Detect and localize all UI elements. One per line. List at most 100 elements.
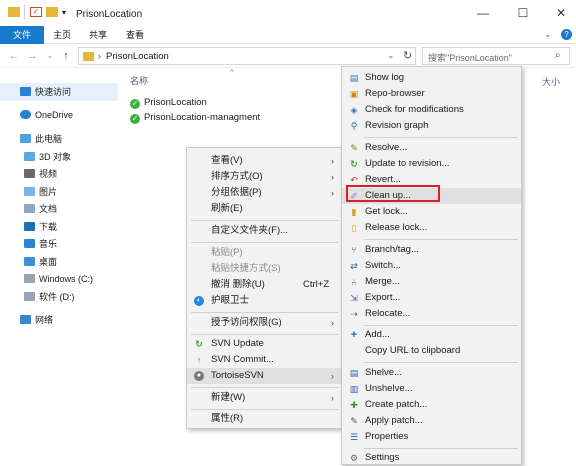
chevron-right-icon: ›: [331, 393, 334, 403]
properties-check-icon[interactable]: ✓: [30, 7, 42, 17]
breadcrumb[interactable]: PrisonLocation: [106, 51, 169, 62]
up-arrow-icon[interactable]: ↑: [60, 49, 72, 63]
expand-ribbon-icon[interactable]: ⌄: [544, 29, 552, 40]
tortoisesvn-submenu: ▤ Show log ▣ Repo-browser ◈ Check for modif…: [341, 66, 522, 465]
tab-view[interactable]: 查看: [123, 26, 147, 44]
menu-item-merge[interactable]: ⑃ Merge...: [342, 274, 521, 290]
menu-item-view[interactable]: 查看(V) ›: [187, 153, 342, 169]
sidebar-item-downloads[interactable]: 下载: [24, 219, 57, 235]
search-icon[interactable]: ⌕: [555, 50, 561, 61]
menu-item-apply-patch[interactable]: ✎ Apply patch...: [342, 413, 521, 429]
switch-icon: ⇄: [350, 261, 358, 271]
back-arrow-icon[interactable]: ←: [8, 49, 20, 63]
merge-icon: ⑃: [351, 277, 357, 287]
list-item[interactable]: ✓ PrisonLocation: [130, 96, 207, 110]
svn-normal-status-icon: ✓: [130, 114, 140, 124]
unshelve-icon: ▥: [349, 384, 359, 394]
pictures-icon: [24, 187, 35, 196]
menu-item-group-by[interactable]: 分组依据(P) ›: [187, 185, 342, 201]
menu-separator: [191, 409, 338, 410]
tab-file[interactable]: 文件: [0, 26, 44, 44]
menu-item-create-patch[interactable]: ✚ Create patch...: [342, 397, 521, 413]
maximize-icon[interactable]: ☐: [516, 6, 530, 20]
unlock-icon: ▯: [351, 223, 357, 233]
address-dropdown-icon[interactable]: ⌄: [387, 50, 395, 61]
sidebar-item-music[interactable]: 音乐: [24, 236, 57, 252]
menu-separator: [191, 334, 338, 335]
chevron-right-icon: ›: [331, 172, 334, 182]
new-folder-icon[interactable]: [46, 7, 58, 17]
menu-item-relocate[interactable]: ⇢ Relocate...: [342, 306, 521, 322]
tab-home[interactable]: 主页: [50, 26, 74, 44]
menu-item-refresh[interactable]: 刷新(E): [187, 201, 342, 217]
menu-item-resolve[interactable]: ✎ Resolve...: [342, 140, 521, 156]
sidebar-item-videos[interactable]: 视频: [24, 166, 57, 182]
tab-share[interactable]: 共享: [86, 26, 110, 44]
menu-item-copy-url[interactable]: Copy URL to clipboard: [342, 343, 521, 359]
menu-item-settings[interactable]: ⚙ Settings: [342, 450, 521, 466]
shelve-icon: ▤: [349, 368, 359, 378]
menu-item-repo-browser[interactable]: ▣ Repo-browser: [342, 86, 521, 102]
ribbon-tabs: 文件 主页 共享 查看 ⌄ ?: [0, 26, 576, 44]
tortoisesvn-icon: ●: [194, 371, 204, 381]
sidebar-item-documents[interactable]: 文档: [24, 201, 57, 217]
menu-item-branch-tag[interactable]: ⑂ Branch/tag...: [342, 242, 521, 258]
menu-item-shelve[interactable]: ▤ Shelve...: [342, 365, 521, 381]
menu-item-release-lock[interactable]: ▯ Release lock...: [342, 220, 521, 236]
menu-item-tortoisesvn[interactable]: ● TortoiseSVN ›: [187, 368, 342, 384]
drive-icon: [24, 292, 35, 301]
menu-item-get-lock[interactable]: ▮ Get lock...: [342, 204, 521, 220]
revert-icon: ↶: [350, 175, 358, 185]
list-item[interactable]: ✓ PrisonLocation-managment: [130, 111, 260, 125]
recent-locations-icon[interactable]: ⌄: [44, 49, 56, 63]
sidebar-item-network[interactable]: 网络: [20, 312, 53, 328]
menu-item-check-modifications[interactable]: ◈ Check for modifications: [342, 102, 521, 118]
sidebar-item-quick-access[interactable]: 快速访问: [20, 84, 71, 100]
menu-item-customize-folder[interactable]: 自定义文件夹(F)...: [187, 223, 342, 239]
menu-item-switch[interactable]: ⇄ Switch...: [342, 258, 521, 274]
column-header-size[interactable]: 大小: [542, 75, 560, 88]
sidebar-item-desktop[interactable]: 桌面: [24, 254, 57, 270]
refresh-icon[interactable]: ↻: [403, 49, 412, 62]
address-bar[interactable]: › PrisonLocation ⌄ ↻: [78, 47, 416, 65]
context-menu: 查看(V) › 排序方式(O) › 分组依据(P) › 刷新(E) 自定义文件夹(F)…: [186, 147, 343, 429]
column-header-name[interactable]: 名称: [130, 74, 148, 87]
chevron-right-icon: ›: [331, 188, 334, 198]
menu-item-export[interactable]: ⇲ Export...: [342, 290, 521, 306]
search-input[interactable]: 搜索"PrisonLocation" ⌕: [422, 47, 570, 65]
sidebar-item-software-d[interactable]: 软件 (D:): [24, 289, 75, 305]
menu-item-unshelve[interactable]: ▥ Unshelve...: [342, 381, 521, 397]
eye-guard-icon: ◐: [194, 296, 204, 306]
menu-separator: [364, 448, 518, 449]
menu-item-properties[interactable]: 属性(R): [187, 411, 342, 427]
menu-separator: [191, 242, 338, 243]
help-icon[interactable]: ?: [561, 29, 572, 40]
forward-arrow-icon[interactable]: →: [26, 49, 38, 63]
menu-item-show-log[interactable]: ▤ Show log: [342, 70, 521, 86]
menu-item-add[interactable]: + Add...: [342, 327, 521, 343]
close-icon[interactable]: ✕: [554, 6, 568, 20]
window-title: PrisonLocation: [76, 9, 143, 20]
breadcrumb-chevron-icon: ›: [98, 51, 101, 61]
minimize-icon[interactable]: —: [476, 6, 490, 20]
sidebar-item-pictures[interactable]: 图片: [24, 184, 57, 200]
menu-item-undo-delete[interactable]: 撤消 删除(U) Ctrl+Z: [187, 277, 342, 293]
quick-access-toolbar-dropdown-icon[interactable]: ▾: [62, 8, 66, 17]
menu-item-revision-graph[interactable]: ⚲ Revision graph: [342, 118, 521, 134]
menu-item-update-to-revision[interactable]: ↻ Update to revision...: [342, 156, 521, 172]
title-bar: ✓ ▾ PrisonLocation — ☐ ✕: [0, 0, 576, 26]
menu-item-new[interactable]: 新建(W) ›: [187, 390, 342, 406]
navigation-pane: 快速访问 OneDrive 此电脑 3D 对象 视频 图片 文档 下载 音乐 桌…: [0, 68, 118, 465]
menu-item-eye-guard[interactable]: ◐ 护眼卫士: [187, 293, 342, 309]
branch-tag-icon: ⑂: [351, 245, 357, 255]
menu-item-properties[interactable]: ☰ Properties: [342, 429, 521, 445]
sidebar-item-this-pc[interactable]: 此电脑: [20, 131, 62, 147]
menu-item-sort-by[interactable]: 排序方式(O) ›: [187, 169, 342, 185]
menu-item-give-access[interactable]: 授予访问权限(G) ›: [187, 315, 342, 331]
menu-item-svn-update[interactable]: ↻ SVN Update: [187, 336, 342, 352]
menu-item-svn-commit[interactable]: ↑ SVN Commit...: [187, 352, 342, 368]
address-row: ← → ⌄ ↑ › PrisonLocation ⌄ ↻ 搜索"PrisonLo…: [0, 44, 576, 68]
sidebar-item-3d-objects[interactable]: 3D 对象: [24, 149, 71, 165]
sidebar-item-onedrive[interactable]: OneDrive: [20, 107, 73, 123]
sidebar-item-windows-c[interactable]: Windows (C:): [24, 271, 93, 287]
